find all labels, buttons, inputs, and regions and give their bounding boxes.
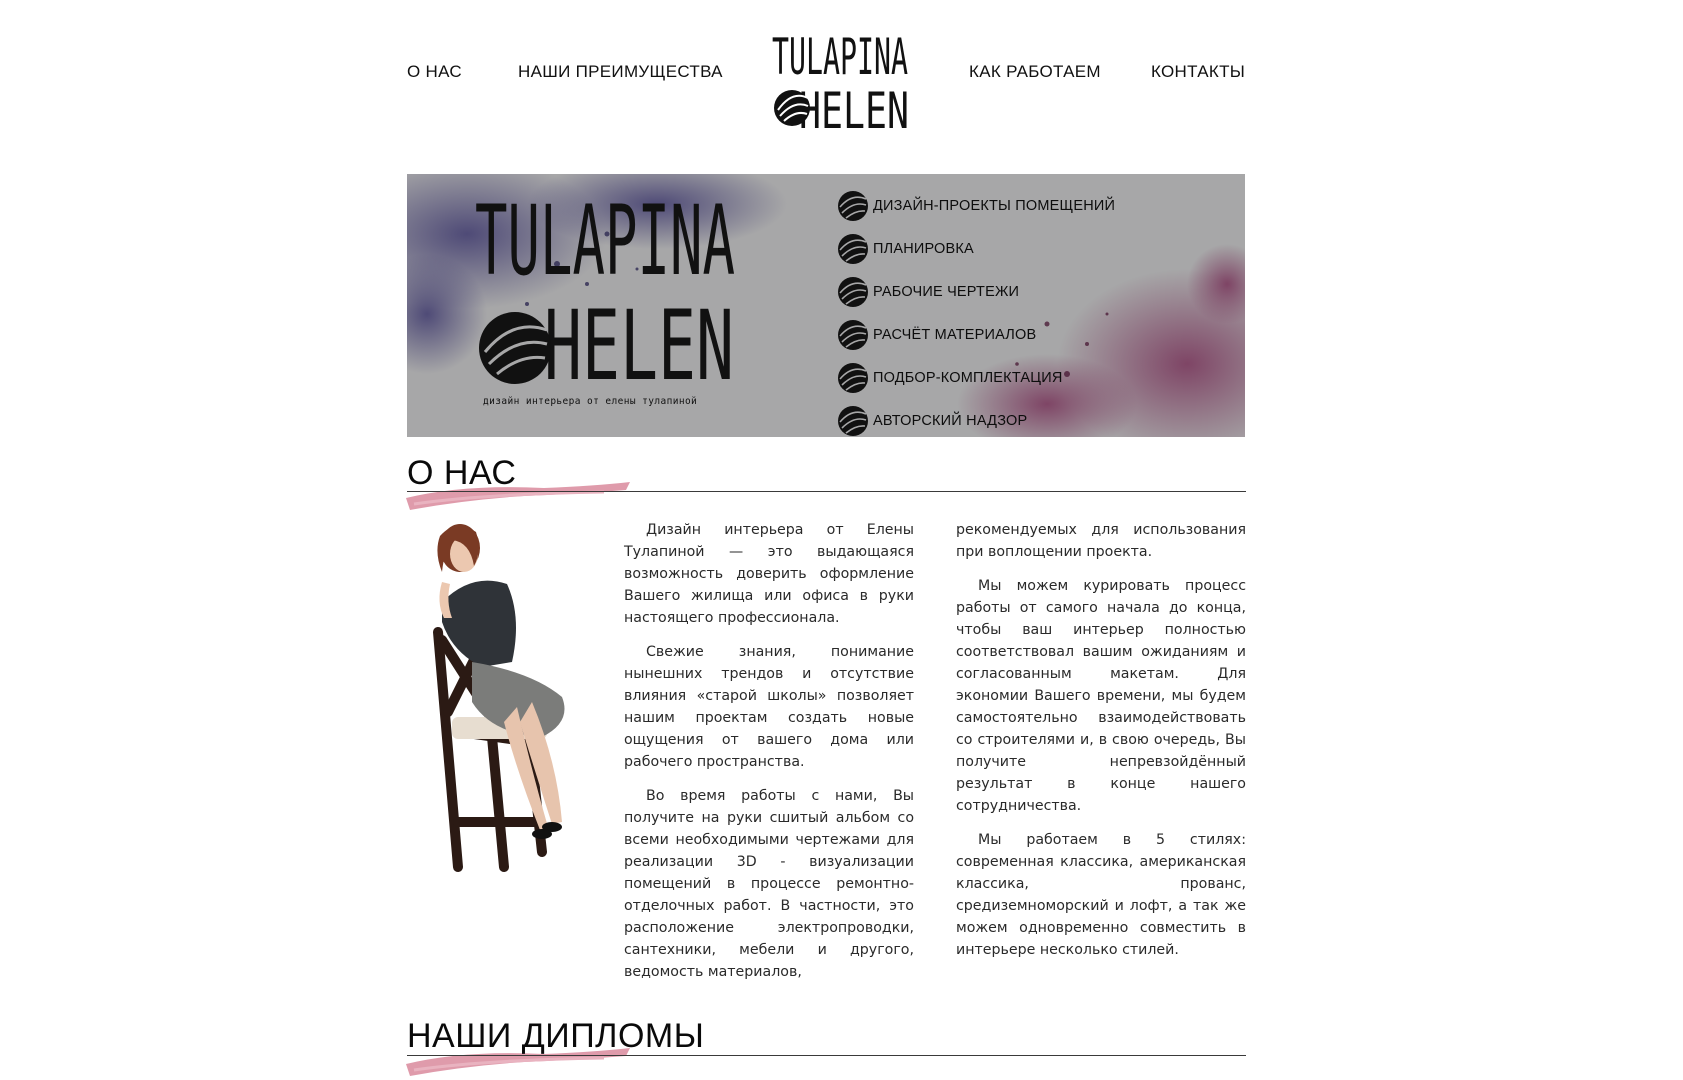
leaf-icon	[838, 362, 868, 393]
nav-advantages-link[interactable]: НАШИ ПРЕИМУЩЕСТВА	[518, 62, 723, 82]
service-label: РАБОЧИЕ ЧЕРТЕЖИ	[873, 283, 1020, 300]
leaf-icon	[838, 405, 868, 436]
about-paragraph: Свежие знания, понимание нынешних трендо…	[624, 644, 914, 770]
service-item: РАБОЧИЕ ЧЕРТЕЖИ	[837, 270, 1115, 313]
service-label: АВТОРСКИЙ НАДЗОР	[873, 412, 1028, 429]
about-paragraph: Дизайн интерьера от Елены Тулапиной — эт…	[624, 522, 914, 626]
nav-contacts-link[interactable]: КОНТАКТЫ	[1151, 62, 1245, 82]
leaf-icon	[838, 319, 868, 350]
about-paragraph: Мы работаем в 5 стилях: современная клас…	[956, 832, 1246, 958]
about-paragraph: Мы можем курировать процесс работы от са…	[956, 578, 1246, 814]
leaf-icon	[838, 190, 868, 221]
about-section-title: О НАС	[407, 454, 517, 492]
nav-about-link[interactable]: О НАС	[407, 62, 462, 82]
header-logo[interactable]: TULAPINA HELEN	[770, 24, 912, 140]
svg-text:HELEN: HELEN	[544, 290, 734, 402]
logo-mark-icon: TULAPINA HELEN	[772, 28, 909, 140]
svg-text:TULAPINA: TULAPINA	[772, 28, 908, 86]
svg-text:HELEN: HELEN	[799, 82, 909, 130]
service-item: ДИЗАЙН-ПРОЕКТЫ ПОМЕЩЕНИЙ	[837, 184, 1115, 227]
service-label: ПЛАНИРОВКА	[873, 240, 974, 257]
service-label: ПОДБОР-КОМПЛЕКТАЦИЯ	[873, 369, 1063, 386]
diplomas-section-title: НАШИ ДИПЛОМЫ	[407, 1017, 705, 1055]
service-label: ДИЗАЙН-ПРОЕКТЫ ПОМЕЩЕНИЙ	[873, 197, 1116, 214]
about-divider	[407, 491, 1246, 492]
service-item: РАСЧЁТ МАТЕРИАЛОВ	[837, 313, 1115, 356]
portrait-photo	[433, 524, 565, 872]
service-item: ПЛАНИРОВКА	[837, 227, 1115, 270]
leaf-icon	[838, 276, 868, 307]
nav-how-we-work-link[interactable]: КАК РАБОТАЕМ	[969, 62, 1101, 82]
about-text-column-right: рекомендуемых для использования при вопл…	[956, 519, 1246, 973]
about-paragraph: рекомендуемых для использования при вопл…	[956, 522, 1246, 560]
service-item: АВТОРСКИЙ НАДЗОР	[837, 399, 1115, 437]
leaf-icon	[838, 233, 868, 264]
service-item: ПОДБОР-КОМПЛЕКТАЦИЯ	[837, 356, 1115, 399]
banner-tagline: дизайн интерьера от елены тулапиной	[483, 396, 698, 407]
svg-text:TULAPINA: TULAPINA	[475, 185, 735, 297]
services-list: ДИЗАЙН-ПРОЕКТЫ ПОМЕЩЕНИЙ ПЛАНИРОВКА РАБО…	[837, 184, 1115, 437]
diplomas-divider	[407, 1055, 1246, 1056]
about-paragraph: Во время работы с нами, Вы получите на р…	[624, 788, 914, 980]
service-label: РАСЧЁТ МАТЕРИАЛОВ	[873, 326, 1037, 343]
about-text-column-left: Дизайн интерьера от Елены Тулапиной — эт…	[624, 519, 914, 995]
hero-banner: TULAPINA HELEN дизайн интерьера от елены…	[407, 174, 1245, 437]
